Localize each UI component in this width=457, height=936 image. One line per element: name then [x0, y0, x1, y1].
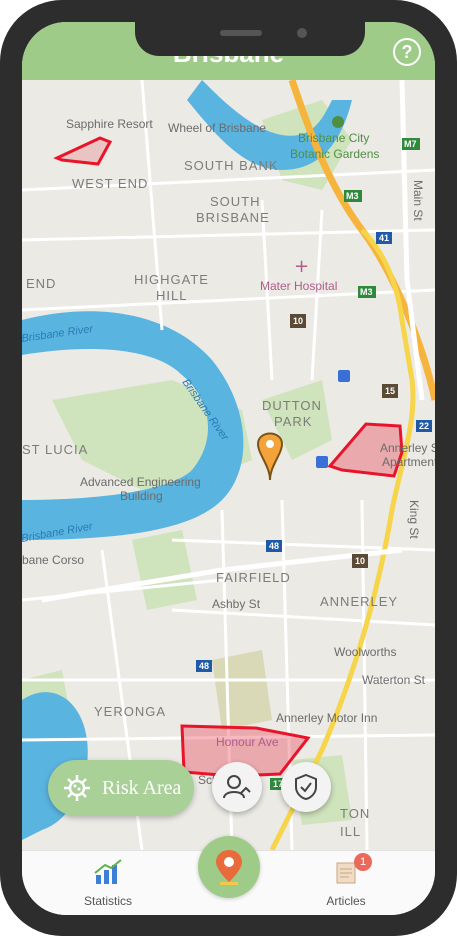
help-button[interactable]: ?: [393, 38, 421, 66]
shield-22: 22: [419, 421, 429, 431]
shield-m7: M7: [404, 139, 417, 149]
shield-15: 15: [385, 386, 395, 396]
map-label-hill: HILL: [156, 288, 187, 303]
virus-icon: [64, 775, 90, 801]
shield-m3b: M3: [360, 287, 373, 297]
map-label-adv-eng2: Building: [120, 489, 163, 503]
tab-statistics-label: Statistics: [83, 894, 132, 908]
tab-articles-label: Articles: [326, 894, 366, 908]
report-user-button[interactable]: [212, 762, 262, 812]
map-label-botanic2: Botanic Gardens: [290, 147, 379, 161]
camera: [297, 28, 307, 38]
map-pin-icon: [216, 850, 242, 885]
bar-chart-icon: [94, 859, 122, 884]
map-label-fairfield: FAIRFIELD: [216, 570, 291, 585]
map-label-botanic1: Brisbane City: [298, 131, 369, 145]
app-screen: Brisbane ?: [22, 22, 435, 915]
map-label-sapphire: Sapphire Resort: [66, 117, 153, 131]
shield-48b: 48: [199, 661, 209, 671]
user-report-icon: [223, 775, 251, 799]
map-label-ill: ILL: [340, 824, 361, 839]
map-label-st-lucia: ST LUCIA: [22, 442, 88, 457]
risk-area-label: Risk Area: [102, 776, 182, 799]
map-label-waterton: Waterton St: [362, 673, 426, 687]
shield-10a: 10: [293, 316, 303, 326]
map-label-corso: bane Corso: [22, 553, 84, 567]
map-label-park: PARK: [274, 414, 312, 429]
map-center-button[interactable]: [198, 836, 260, 898]
map-label-motor-inn: Annerley Motor Inn: [276, 711, 377, 725]
shield-48a: 48: [269, 541, 279, 551]
phone-frame: Brisbane ?: [0, 0, 457, 936]
phone-notch: [135, 22, 365, 56]
tree-icon: [332, 116, 344, 128]
shield-m3a: M3: [346, 191, 359, 201]
map-label-mater: Mater Hospital: [260, 279, 337, 293]
shield-check-icon: [295, 773, 317, 801]
map-label-woolworths: Woolworths: [334, 645, 396, 659]
map-label-end: END: [26, 276, 56, 291]
articles-badge: 1: [354, 853, 372, 871]
map-label-ton: TON: [340, 806, 370, 821]
map-view[interactable]: Sapphire Resort Wheel of Brisbane Brisba…: [22, 80, 435, 850]
shield-41: 41: [379, 233, 389, 243]
map-label-adv-eng1: Advanced Engineering: [80, 475, 201, 489]
shield-10b: 10: [355, 556, 365, 566]
safety-shield-button[interactable]: [281, 762, 331, 812]
map-label-annerley-sr1: Annerley Serv: [380, 441, 435, 455]
map-label-annerley: ANNERLEY: [320, 594, 398, 609]
map-label-south: SOUTH: [210, 194, 261, 209]
map-label-west-end: WEST END: [72, 176, 148, 191]
map-label-main-st: Main St: [411, 180, 425, 221]
bus-stop-icon: [338, 370, 350, 382]
map-label-king-st: King St: [407, 500, 421, 539]
map-label-dutton: DUTTON: [262, 398, 322, 413]
map-label-wheel: Wheel of Brisbane: [168, 121, 266, 135]
map-label-honour: Honour Ave: [216, 735, 279, 749]
map-label-ashby: Ashby St: [212, 597, 261, 611]
tab-statistics[interactable]: Statistics: [58, 859, 158, 908]
tab-articles[interactable]: 1 Articles: [296, 853, 396, 908]
map-label-brisbane: BRISBANE: [196, 210, 270, 225]
risk-area-button[interactable]: Risk Area: [48, 760, 194, 816]
bus-stop-icon: [316, 456, 328, 468]
map-label-annerley-sr2: Apartment: [382, 455, 435, 469]
map-label-yeronga: YERONGA: [94, 704, 166, 719]
speaker: [220, 30, 262, 36]
map-label-highgate: HIGHGATE: [134, 272, 209, 287]
map-label-south-bank: SOUTH BANK: [184, 158, 279, 173]
hospital-icon: +: [294, 256, 309, 277]
